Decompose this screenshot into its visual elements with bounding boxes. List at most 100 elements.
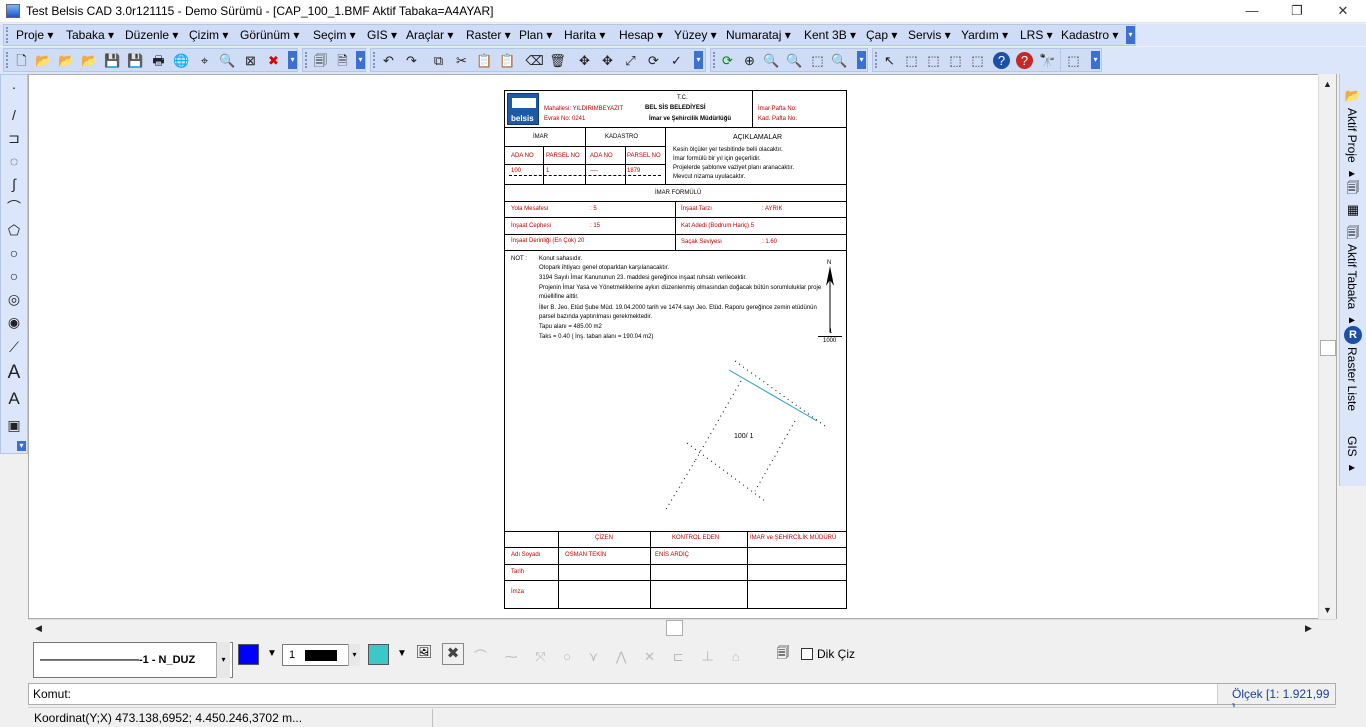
menu-overflow-chevron[interactable]: ▾: [1126, 26, 1135, 44]
menu-plan[interactable]: Plan ▾: [519, 28, 552, 42]
horizontal-scrollbar[interactable]: ◀ ▶: [28, 619, 1336, 636]
menu-araclar[interactable]: Araçlar ▾: [406, 28, 453, 42]
line-color-swatch[interactable]: [238, 644, 259, 665]
delete-icon[interactable]: 🗑: [549, 52, 566, 69]
menu-tabaka[interactable]: Tabaka ▾: [66, 28, 114, 42]
aktif-proje-tab[interactable]: Aktif Proje ▸: [1345, 108, 1359, 180]
menu-kadastro[interactable]: Kadastro ▾: [1061, 28, 1118, 42]
spline-tool-icon[interactable]: ◌: [4, 151, 24, 171]
menu-duzenle[interactable]: Düzenle ▾: [125, 28, 178, 42]
zoom-extents-icon[interactable]: 🔍: [831, 52, 848, 69]
fill-color-swatch[interactable]: [368, 644, 389, 665]
text-tool-icon[interactable]: A: [4, 362, 24, 383]
menu-gorunum[interactable]: Görünüm ▾: [240, 28, 299, 42]
lineweight-dropdown-icon[interactable]: ▾: [348, 644, 360, 666]
move-icon[interactable]: ✥: [576, 52, 593, 69]
help-context-icon[interactable]: ?: [1016, 52, 1033, 69]
open-file-icon[interactable]: 📂: [35, 52, 52, 69]
paste-icon[interactable]: 📋: [476, 52, 493, 69]
dimension-tool-icon[interactable]: ⟋: [4, 337, 24, 357]
cut-icon[interactable]: ✂: [453, 52, 470, 69]
menu-grip[interactable]: [6, 27, 10, 43]
menu-yardim[interactable]: Yardım ▾: [961, 28, 1008, 42]
polygon-tool-icon[interactable]: ⬠: [4, 220, 24, 240]
folder-add-icon[interactable]: 📂: [81, 52, 98, 69]
google-icon[interactable]: 🌐: [173, 52, 190, 69]
toolbar-misc-chevron[interactable]: ▾: [1091, 51, 1100, 69]
eraser-icon[interactable]: ⌫: [525, 52, 543, 69]
menu-lrs[interactable]: LRS ▾: [1020, 28, 1053, 42]
menu-raster[interactable]: Raster ▾: [466, 28, 511, 42]
linetype-select[interactable]: —————————-1 - N_DUZ: [33, 642, 233, 678]
point-tool-icon[interactable]: ·: [4, 77, 24, 97]
zoom-window-icon[interactable]: ⬚: [809, 52, 826, 69]
menu-harita[interactable]: Harita ▾: [564, 28, 605, 42]
paste-special-icon[interactable]: 📋: [499, 52, 516, 69]
linetype-dropdown-icon[interactable]: ▾: [216, 642, 230, 678]
arc-tool-icon[interactable]: ⌒: [4, 197, 24, 217]
binoculars-icon[interactable]: 🔭: [1039, 52, 1056, 69]
layer-table-icon[interactable]: ▦: [1344, 202, 1362, 220]
text-align-tool-icon[interactable]: A: [4, 389, 24, 409]
select-cross-icon[interactable]: ⬚: [925, 52, 942, 69]
toolbar-layer-chevron[interactable]: ▾: [356, 51, 365, 69]
toolbar-grip[interactable]: [305, 52, 309, 68]
copy-icon[interactable]: ⧉: [430, 52, 447, 69]
menu-numarataj[interactable]: Numarataj ▾: [726, 28, 791, 42]
scroll-up-icon[interactable]: ▲: [1319, 76, 1336, 93]
refresh-icon[interactable]: ⟳: [719, 52, 736, 69]
hatch-image-icon[interactable]: 🖼: [414, 644, 434, 664]
zoom-page-icon[interactable]: 🔍: [219, 52, 236, 69]
zoom-in-icon[interactable]: 🔍: [763, 52, 780, 69]
redo-icon[interactable]: ↷: [403, 52, 420, 69]
target-icon[interactable]: ⌖: [196, 52, 213, 69]
menu-proje[interactable]: Proje ▾: [16, 28, 53, 42]
layers-dock-icon[interactable]: 🗐: [1344, 179, 1362, 197]
project-folder-icon[interactable]: 📂: [1344, 88, 1362, 106]
open-folder-icon[interactable]: 📂: [58, 52, 75, 69]
snap-toggle-icon[interactable]: ✖: [442, 643, 464, 665]
aktif-tabaka-tab[interactable]: Aktif Tabaka ▸: [1345, 244, 1359, 326]
curve-tool-icon[interactable]: ∫: [4, 174, 24, 194]
save-as-icon[interactable]: 💾: [127, 52, 144, 69]
copy-move-icon[interactable]: ✥: [599, 52, 616, 69]
close-red-icon[interactable]: ✖: [265, 52, 282, 69]
layer-props-icon[interactable]: 🗎: [334, 52, 351, 69]
gis-tab[interactable]: GIS ▸: [1345, 436, 1359, 474]
line-tool-icon[interactable]: /: [4, 105, 24, 125]
menu-hesap[interactable]: Hesap ▾: [619, 28, 663, 42]
dik-ciz-checkbox[interactable]: [801, 648, 813, 660]
layer-stack-icon[interactable]: 🗐: [1344, 224, 1362, 242]
select-window-icon[interactable]: ⬚: [903, 52, 920, 69]
help-icon[interactable]: ?: [993, 52, 1010, 69]
close-button[interactable]: ✕: [1320, 0, 1366, 23]
toolbar-grip[interactable]: [373, 52, 377, 68]
toolbar-grip[interactable]: [713, 52, 717, 68]
raster-liste-tab[interactable]: Raster Liste: [1345, 347, 1359, 411]
circle-tool-icon[interactable]: ○: [4, 243, 24, 263]
menu-gis[interactable]: GIS ▾: [367, 28, 397, 42]
toolbar-view-chevron[interactable]: ▾: [857, 51, 866, 69]
toolbar-grip[interactable]: [6, 52, 10, 68]
layer-select-icon[interactable]: ⬚: [969, 52, 986, 69]
circle-center-tool-icon[interactable]: ◎: [4, 289, 24, 309]
menu-cap[interactable]: Çap ▾: [866, 28, 897, 42]
undo-icon[interactable]: ↶: [380, 52, 397, 69]
maximize-button[interactable]: ❐: [1274, 0, 1320, 23]
layers-icon[interactable]: 🗐: [312, 52, 329, 69]
scroll-down-icon[interactable]: ▼: [1319, 602, 1336, 619]
fill-color-dropdown-icon[interactable]: ▼: [397, 648, 407, 659]
scale-display[interactable]: Ölçek [1: 1.921,99 ]: [1217, 684, 1335, 715]
command-line[interactable]: Komut: Ölçek [1: 1.921,99 ]: [28, 683, 1336, 715]
box-x-icon[interactable]: ⊠: [242, 52, 259, 69]
menu-yuzey[interactable]: Yüzey ▾: [674, 28, 717, 42]
circle-3p-tool-icon[interactable]: ○: [4, 266, 24, 286]
zoom-out-icon[interactable]: 🔍: [786, 52, 803, 69]
select-arrow-icon[interactable]: ↖: [881, 52, 898, 69]
scroll-right-icon[interactable]: ▶: [1300, 620, 1317, 637]
vertical-scroll-thumb[interactable]: [1320, 340, 1336, 356]
menu-servis[interactable]: Servis ▾: [908, 28, 951, 42]
layer-stack-icon[interactable]: 🗐: [772, 644, 794, 664]
horizontal-scroll-thumb[interactable]: [666, 620, 683, 636]
menu-cizim[interactable]: Çizim ▾: [189, 28, 228, 42]
